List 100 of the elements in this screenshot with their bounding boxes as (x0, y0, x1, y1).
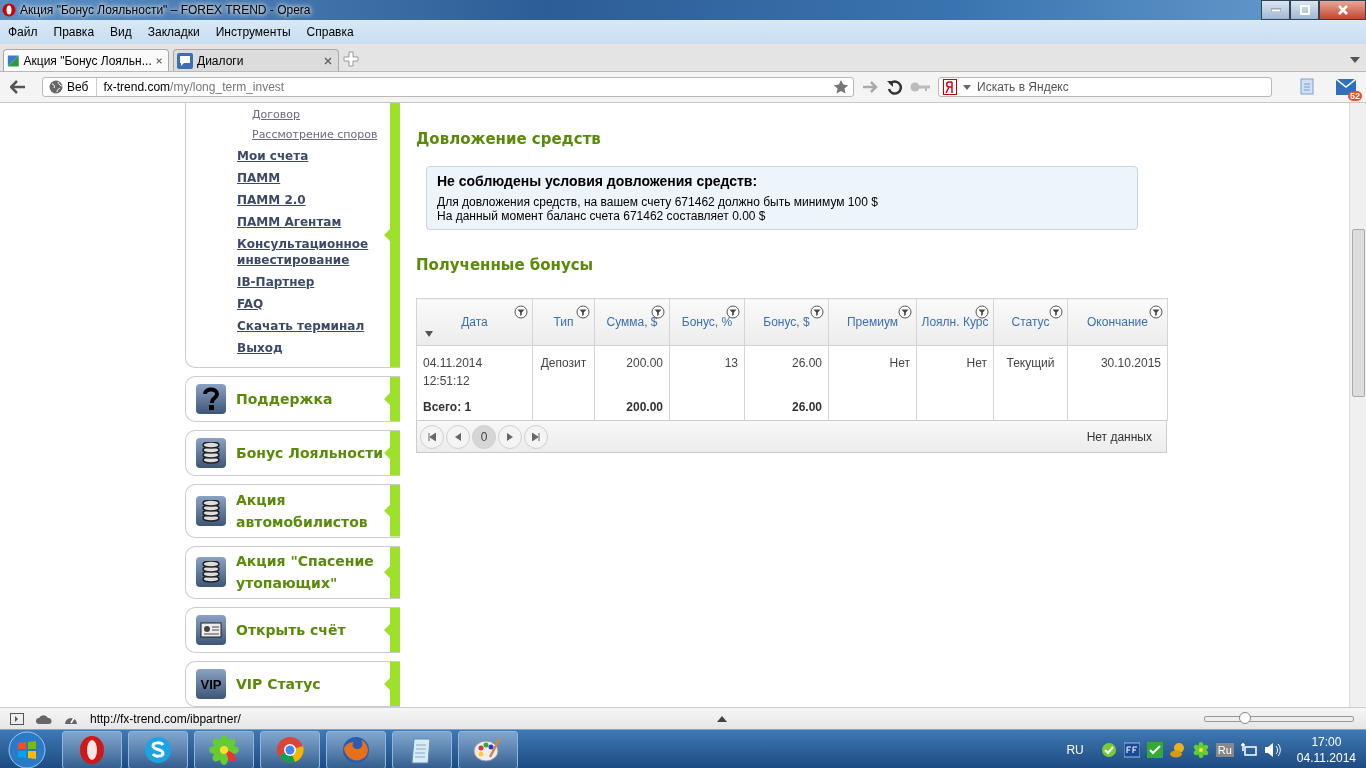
speech-s-icon (143, 734, 173, 765)
browser-logo-icon (2, 3, 16, 17)
taskbar-button[interactable] (194, 730, 254, 768)
filter-icon[interactable] (1049, 305, 1063, 319)
column-header[interactable]: Лоялн. Курс (916, 298, 994, 346)
language-indicator[interactable]: RU (1066, 742, 1084, 757)
column-header[interactable]: Премиум (828, 298, 917, 346)
menu-item[interactable]: Справка (298, 25, 362, 39)
column-header[interactable]: Дата (416, 298, 533, 346)
sidebar-link[interactable]: IB-Партнер (237, 271, 315, 293)
search-field[interactable]: Искать в Яндекс (938, 77, 1272, 97)
browser-tab[interactable]: Акция "Бонус Лояльн... (3, 49, 169, 71)
filter-icon[interactable] (651, 305, 665, 319)
speaker-icon[interactable] (1263, 741, 1282, 758)
column-header[interactable]: Бонус, % (669, 298, 745, 346)
panel-title: Поддержка (236, 390, 333, 409)
taskbar-button[interactable] (128, 730, 188, 768)
cloud-icon[interactable] (36, 713, 52, 724)
column-header[interactable]: Статус (993, 298, 1068, 346)
sidebar-link[interactable]: ПАММ (237, 167, 281, 189)
site-label: Веб (67, 80, 89, 94)
notice-title: Не соблюдены условия довложения средств: (437, 173, 759, 189)
sidebar-link[interactable]: FAQ (237, 293, 264, 315)
up-triangle-icon[interactable] (717, 715, 728, 722)
keyboard-layout-icon[interactable]: Ru (1215, 742, 1234, 757)
menu-item[interactable]: Инструменты (207, 25, 299, 39)
sidebar-panel[interactable]: Открыть счёт (185, 607, 400, 653)
menu-item[interactable]: Закладки (139, 25, 208, 39)
reload-icon[interactable] (886, 79, 902, 95)
filter-icon[interactable] (975, 305, 989, 319)
sidebar-link[interactable]: Мои счета (237, 145, 309, 167)
clock-date: 04.11.2014 (1296, 749, 1356, 766)
chat-check-icon[interactable] (1100, 741, 1117, 758)
start-button[interactable] (8, 730, 46, 768)
sidebar-link[interactable]: Выход (237, 337, 283, 359)
sidebar-sublink[interactable]: Рассмотрение споров (237, 125, 378, 145)
check-icon[interactable] (1146, 741, 1163, 758)
sidebar-panel[interactable]: Бонус Лояльности (185, 430, 400, 476)
taskbar-button[interactable] (392, 730, 452, 768)
zoom-slider[interactable] (1204, 715, 1354, 722)
address-field[interactable]: Веб fx-trend.com/my/long_term_invest (42, 77, 854, 97)
close-tab-icon[interactable] (324, 56, 332, 65)
panel-title: Акция автомобилистов (236, 490, 369, 532)
clock[interactable]: 17:00 04.11.2014 (1296, 733, 1356, 766)
menu-item[interactable]: Файл (0, 25, 46, 39)
sidebar-link[interactable]: ПАММ 2.0 (237, 189, 306, 211)
star-icon[interactable] (833, 79, 849, 95)
scrollbar[interactable] (1349, 103, 1366, 707)
sidebar-link[interactable]: ПАММ Агентам (237, 211, 342, 233)
dropdown-icon[interactable] (1350, 57, 1360, 63)
column-header[interactable]: Тип (532, 298, 595, 346)
notice-text: На данный момент баланс счета 671462 составляет 0.00 $ (437, 209, 767, 223)
accent-strip (384, 662, 400, 706)
close-button[interactable] (1319, 0, 1366, 20)
page-button[interactable]: 0 (472, 424, 496, 449)
monitor-icon[interactable] (1123, 741, 1140, 758)
first-page-button[interactable] (420, 424, 444, 449)
column-header[interactable]: Бонус, $ (744, 298, 829, 346)
taskbar-button[interactable] (62, 730, 122, 768)
filter-icon[interactable] (514, 305, 528, 319)
sidebar-link[interactable]: Консультационное инвестирование (237, 233, 382, 271)
filter-icon[interactable] (726, 305, 740, 319)
taskbar-button[interactable] (260, 730, 320, 768)
previous-page-button[interactable] (446, 424, 470, 449)
filter-icon[interactable] (576, 305, 590, 319)
next-page-button[interactable] (498, 424, 522, 449)
accent-strip (384, 377, 400, 421)
filter-icon[interactable] (898, 305, 912, 319)
last-page-icon (532, 432, 540, 441)
section-heading: Довложение средств (416, 130, 602, 148)
dropdown-icon[interactable] (963, 84, 971, 90)
maximize-button[interactable] (1290, 0, 1319, 20)
filter-icon[interactable] (1149, 305, 1163, 319)
menu-item[interactable]: Правка (45, 25, 103, 39)
envelope-icon[interactable] (1336, 79, 1356, 95)
person-coin-icon[interactable] (1169, 741, 1186, 758)
taskbar-button[interactable] (326, 730, 386, 768)
taskbar-button[interactable] (458, 730, 518, 768)
panel-toggle-icon[interactable] (10, 712, 24, 725)
browser-tab[interactable]: Диалоги (173, 49, 339, 71)
close-tab-icon[interactable] (155, 56, 162, 65)
sidebar-panel[interactable]: Акция автомобилистов (185, 484, 400, 538)
menu-item[interactable]: Вид (102, 25, 140, 39)
sidebar-panel[interactable]: Акция "Спасение утопающих" (185, 545, 400, 599)
network-icon[interactable] (1240, 741, 1257, 758)
column-header[interactable]: Окончание (1067, 298, 1168, 346)
sidebar-panel[interactable]: Поддержка (185, 376, 400, 422)
vip-icon: VIP (196, 669, 226, 699)
back-arrow-icon[interactable] (10, 80, 26, 94)
panel-title: Открыть счёт (236, 621, 346, 640)
minimize-button[interactable] (1261, 0, 1290, 20)
table-cell: Депозит (532, 345, 595, 394)
notice-text: Для довложения средств, на вашем счету 671462 должно быть минимум 100 $ (437, 195, 879, 209)
zoom-slider-thumb[interactable] (1238, 711, 1251, 724)
flower-icon[interactable] (1192, 741, 1209, 758)
filter-icon[interactable] (810, 305, 824, 319)
column-header[interactable]: Сумма, $ (594, 298, 670, 346)
sidebar-link[interactable]: Скачать терминал (237, 315, 365, 337)
sidebar-sublink[interactable]: Договор (237, 105, 301, 125)
last-page-button[interactable] (524, 424, 548, 449)
